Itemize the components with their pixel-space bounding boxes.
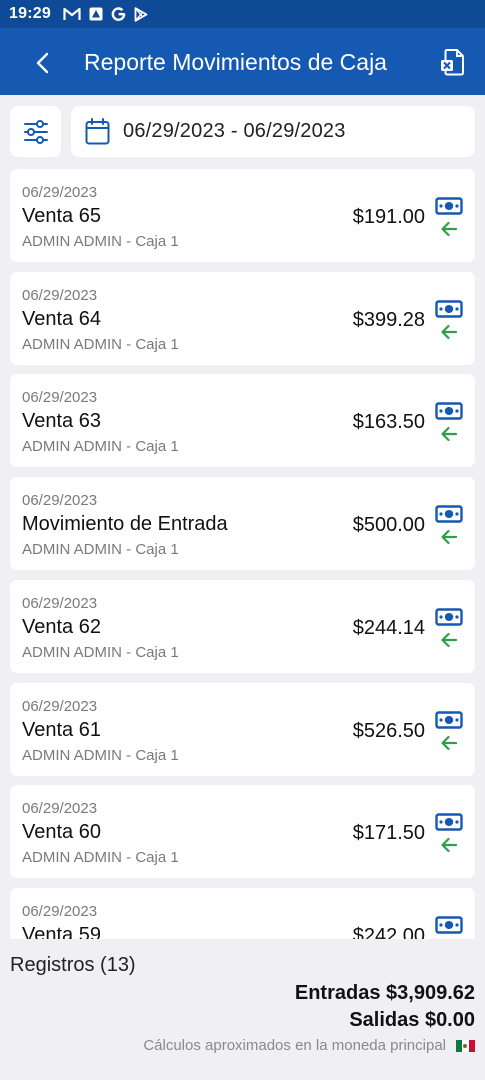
calendar-icon	[85, 118, 110, 145]
cash-icon	[435, 813, 463, 831]
export-excel-button[interactable]	[436, 45, 470, 79]
arrow-left-icon	[440, 631, 458, 649]
cash-icon	[435, 608, 463, 626]
movement-card[interactable]: 06/29/2023 Venta 62 ADMIN ADMIN - Caja 1…	[10, 579, 475, 673]
movement-user: ADMIN ADMIN - Caja 1	[22, 541, 179, 559]
arrow-left-icon	[440, 734, 458, 752]
movement-card[interactable]: 06/29/2023 Venta 65 ADMIN ADMIN - Caja 1…	[10, 169, 475, 262]
movement-amount: $171.50	[352, 822, 425, 845]
status-time: 19:29	[9, 5, 51, 22]
movement-date: 06/29/2023	[22, 492, 98, 510]
movement-card[interactable]: 06/29/2023 Venta 59 ADMIN ADMIN - Caja 1…	[10, 887, 475, 939]
chevron-left-icon	[35, 52, 51, 74]
google-icon	[111, 6, 126, 22]
movement-title: Venta 59	[22, 923, 101, 939]
arrow-left-icon	[440, 836, 458, 854]
page-title: Reporte Movimientos de Caja	[84, 49, 387, 75]
cash-icon	[435, 299, 463, 318]
cash-icon	[435, 710, 463, 729]
status-notification-icons	[63, 6, 148, 22]
entradas-total: Entradas $3,909.62	[294, 982, 475, 1004]
cash-icon	[435, 197, 463, 215]
movement-amount: $191.00	[352, 206, 425, 228]
play-store-icon	[134, 6, 148, 22]
movement-card[interactable]: 06/29/2023 Venta 64 ADMIN ADMIN - Caja 1…	[10, 271, 475, 365]
movement-amount: $242.00	[352, 924, 425, 939]
movement-user: ADMIN ADMIN - Caja 1	[22, 849, 179, 867]
currency-note-text: Cálculos aproximados en la moneda princi…	[143, 1037, 446, 1054]
currency-note: Cálculos aproximados en la moneda princi…	[143, 1037, 475, 1054]
movement-user: ADMIN ADMIN - Caja 1	[22, 746, 179, 764]
summary-footer: Registros (13) Entradas $3,909.62 Salida…	[0, 939, 485, 1080]
date-range-picker[interactable]: 06/29/2023 - 06/29/2023	[71, 106, 475, 157]
movement-date: 06/29/2023	[22, 902, 98, 920]
movement-date: 06/29/2023	[22, 286, 98, 304]
movement-title: Venta 65	[22, 205, 101, 227]
movement-amount: $399.28	[352, 308, 425, 331]
arrow-left-icon	[440, 425, 458, 443]
status-bar: 19:29	[0, 0, 485, 28]
cash-icon	[435, 916, 463, 934]
mexico-flag-icon	[456, 1039, 475, 1052]
movement-date: 06/29/2023	[22, 184, 98, 201]
movement-user: ADMIN ADMIN - Caja 1	[22, 438, 179, 456]
movement-title: Venta 60	[22, 821, 101, 844]
movements-list[interactable]: 06/29/2023 Venta 65 ADMIN ADMIN - Caja 1…	[0, 169, 485, 939]
movement-date: 06/29/2023	[22, 800, 98, 818]
gmail-icon	[63, 7, 81, 21]
salidas-total: Salidas $0.00	[349, 1009, 475, 1031]
movement-user: ADMIN ADMIN - Caja 1	[22, 335, 179, 353]
arrow-left-icon	[440, 323, 458, 341]
drive-icon	[89, 7, 103, 21]
records-count: Registros (13)	[10, 954, 136, 976]
arrow-left-icon	[440, 528, 458, 546]
movement-title: Venta 61	[22, 718, 101, 741]
movement-amount: $244.14	[352, 616, 425, 639]
filter-button[interactable]	[10, 106, 61, 157]
sliders-icon	[23, 119, 49, 145]
arrow-left-icon	[440, 220, 458, 238]
movement-title: Venta 63	[22, 410, 101, 433]
movement-amount: $526.50	[352, 719, 425, 742]
movement-card[interactable]: 06/29/2023 Venta 63 ADMIN ADMIN - Caja 1…	[10, 374, 475, 468]
movement-date: 06/29/2023	[22, 594, 98, 612]
movement-user: ADMIN ADMIN - Caja 1	[22, 643, 179, 661]
movement-amount: $500.00	[352, 514, 425, 537]
cash-icon	[435, 402, 463, 421]
movement-title: Venta 62	[22, 615, 101, 638]
app-bar: Reporte Movimientos de Caja	[0, 28, 485, 95]
movement-title: Venta 64	[22, 307, 101, 330]
back-button[interactable]	[28, 48, 58, 78]
movement-title: Movimiento de Entrada	[22, 513, 228, 536]
movement-date: 06/29/2023	[22, 697, 98, 715]
movement-card[interactable]: 06/29/2023 Venta 60 ADMIN ADMIN - Caja 1…	[10, 785, 475, 879]
movement-user: ADMIN ADMIN - Caja 1	[22, 233, 179, 250]
movement-amount: $163.50	[352, 411, 425, 434]
excel-export-icon	[440, 48, 466, 76]
cash-icon	[435, 505, 463, 523]
movement-card[interactable]: 06/29/2023 Movimiento de Entrada ADMIN A…	[10, 477, 475, 571]
movement-date: 06/29/2023	[22, 389, 98, 407]
movement-card[interactable]: 06/29/2023 Venta 61 ADMIN ADMIN - Caja 1…	[10, 682, 475, 776]
date-range-text: 06/29/2023 - 06/29/2023	[123, 120, 346, 142]
